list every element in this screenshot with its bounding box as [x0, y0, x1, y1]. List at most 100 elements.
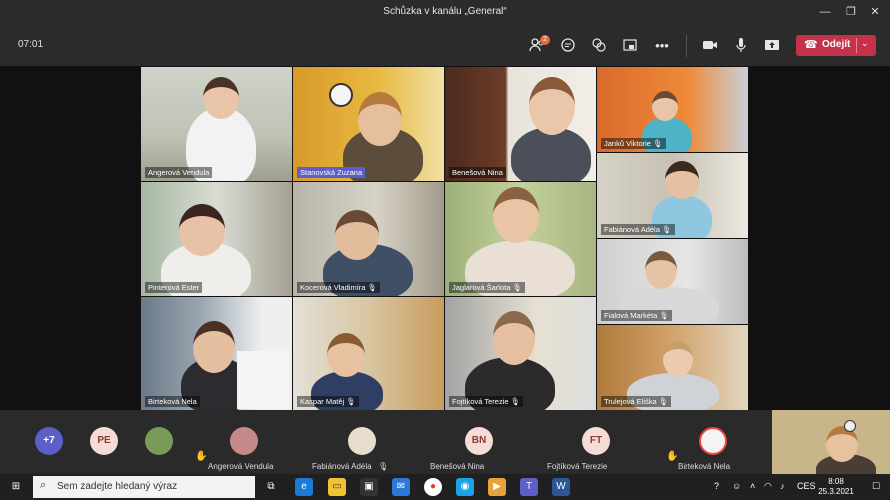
raised-hand-icon: ✋: [195, 451, 208, 462]
title-bar: Schůzka v kanálu „General“ — ❐ ✕: [0, 0, 890, 24]
hang-up-icon: ☎: [804, 39, 818, 51]
participant-name-text: Jaglarová Šarlota: [452, 283, 511, 292]
media-icon[interactable]: ▶: [488, 478, 506, 496]
participant-name-text: Angerová Vendula: [148, 168, 210, 177]
participant-face: [193, 321, 235, 373]
video-tile[interactable]: Jaglarová Šarlota 🎙: [445, 182, 596, 296]
chevron-up-icon[interactable]: ˄: [750, 481, 755, 491]
participant-face: [663, 341, 693, 377]
help-icon[interactable]: ?: [714, 481, 719, 491]
leave-label: Odejít: [822, 39, 851, 50]
video-tile[interactable]: Pinterová Ester: [141, 182, 292, 296]
microphone-icon: 🎙: [512, 283, 522, 292]
video-tile[interactable]: Fojtíková Terezie 🎙: [445, 297, 596, 410]
raised-hand-icon: ✋: [666, 451, 679, 462]
participant-name-text: Pinterová Ester: [148, 283, 200, 292]
taskbar-search[interactable]: ⌕ Sem zadejte hledaný výraz: [33, 476, 255, 498]
video-tile[interactable]: Kaspar Matěj 🎙: [293, 297, 444, 410]
chrome-icon[interactable]: ●: [424, 478, 442, 496]
leave-divider: [856, 38, 857, 53]
reactions-icon[interactable]: [590, 37, 608, 55]
overflow-participants-button[interactable]: +7: [35, 427, 63, 455]
strip-participant[interactable]: BN Benešová Nina: [420, 410, 536, 474]
people-icon[interactable]: ☺: [732, 481, 741, 491]
close-icon[interactable]: ✕: [867, 4, 883, 20]
chevron-down-icon[interactable]: ⌄: [861, 38, 869, 49]
participant-avatar[interactable]: PE: [90, 427, 118, 455]
teams-icon[interactable]: T: [520, 478, 538, 496]
participant-avatar-photo[interactable]: [145, 427, 173, 455]
participant-name: Fojtíková Terezie: [547, 462, 608, 471]
microphone-icon[interactable]: [732, 37, 750, 55]
self-view-video[interactable]: [772, 410, 890, 474]
video-tile[interactable]: Fabiánová Adéla 🎙: [597, 153, 748, 238]
mic-muted-icon: 🎙: [378, 462, 389, 471]
windows-start-icon[interactable]: ⊞: [7, 478, 25, 496]
volume-icon[interactable]: ♪: [780, 481, 785, 491]
breakout-rooms-icon[interactable]: [621, 37, 639, 55]
participant-name: Angerová Vendula: [208, 462, 274, 471]
video-tile[interactable]: Kocerová Vladimíra 🎙: [293, 182, 444, 296]
participant-name-text: Birteková Nela: [148, 397, 197, 406]
participant-name: Stanovská Zuzana: [297, 167, 366, 178]
video-tile[interactable]: Janků Viktorie 🎙: [597, 67, 748, 152]
search-placeholder: Sem zadejte hledaný výraz: [57, 481, 178, 492]
participant-face: [652, 91, 678, 121]
participant-face: [335, 210, 379, 260]
participant-face: [665, 161, 699, 199]
notifications-icon[interactable]: ☐: [872, 481, 880, 492]
participant-face: [358, 92, 402, 146]
strip-participant[interactable]: Fabiánová Adéla 🎙: [304, 410, 420, 474]
toolbar-divider: [686, 35, 687, 57]
store-icon[interactable]: ▣: [360, 478, 378, 496]
participant-name-text: Stanovská Zuzana: [300, 168, 363, 177]
participant-face: [645, 251, 677, 289]
leave-button[interactable]: ☎ Odejít ⌄: [796, 35, 876, 56]
share-screen-icon[interactable]: [763, 37, 781, 55]
video-tile[interactable]: Fialová Markéta 🎙: [597, 239, 748, 324]
clock-time: 8:08: [828, 477, 844, 486]
camera-icon[interactable]: [701, 37, 719, 55]
strip-participant[interactable]: ✋ Birteková Nela: [656, 410, 772, 474]
video-tile[interactable]: Angerová Vendula: [141, 67, 292, 181]
self-face: [826, 426, 858, 462]
participant-avatar-photo: [230, 427, 258, 455]
task-view-icon[interactable]: ⧉: [262, 478, 280, 496]
participant-name: Kocerová Vladimíra 🎙: [297, 282, 381, 293]
participant-name-text: Kocerová Vladimíra: [300, 283, 366, 292]
clock-date: 25.3.2021: [818, 487, 854, 496]
more-actions-icon[interactable]: •••: [653, 37, 671, 55]
video-tile[interactable]: Benešová Nina: [445, 67, 596, 181]
participant-face: [327, 333, 365, 377]
strip-participant[interactable]: ✋ Angerová Vendula: [188, 410, 304, 474]
participant-figure: [511, 127, 591, 181]
search-icon: ⌕: [40, 479, 47, 491]
chat-icon[interactable]: [559, 37, 577, 55]
minimize-icon[interactable]: —: [817, 4, 833, 20]
participant-avatar-photo: [699, 427, 727, 455]
participant-name: Benešová Nina: [449, 167, 506, 178]
participant-name: Jaglarová Šarlota 🎙: [449, 282, 525, 293]
mail-icon[interactable]: ✉: [392, 478, 410, 496]
strip-participant[interactable]: FT Fojtíková Terezie: [537, 410, 653, 474]
participant-name: Kaspar Matěj 🎙: [297, 396, 359, 407]
wifi-icon[interactable]: ◠: [764, 481, 772, 492]
app-icon[interactable]: ◉: [456, 478, 474, 496]
word-icon[interactable]: W: [552, 478, 570, 496]
video-tile[interactable]: Birteková Nela: [141, 297, 292, 410]
maximize-icon[interactable]: ❐: [843, 4, 859, 20]
microphone-icon: 🎙: [658, 397, 669, 406]
video-tile[interactable]: Trulejová Eliška 🎙: [597, 325, 748, 410]
wall-clock-icon: [844, 420, 856, 432]
taskbar-clock[interactable]: 8:08 25.3.2021: [808, 477, 864, 497]
edge-icon[interactable]: e: [295, 478, 313, 496]
participant-name-text: Trulejová Eliška: [604, 397, 657, 406]
participant-face: [493, 311, 535, 365]
participant-face: [493, 187, 539, 243]
participant-name: Fabiánová Adéla 🎙: [601, 224, 675, 235]
meeting-toolbar: 07:01 2 ••• ☎ Odejít ⌄: [0, 24, 890, 66]
participant-name: Fabiánová Adéla: [312, 462, 372, 471]
participant-name: Birteková Nela: [145, 396, 200, 407]
file-explorer-icon[interactable]: ▭: [328, 478, 346, 496]
video-tile[interactable]: Stanovská Zuzana: [293, 67, 444, 181]
